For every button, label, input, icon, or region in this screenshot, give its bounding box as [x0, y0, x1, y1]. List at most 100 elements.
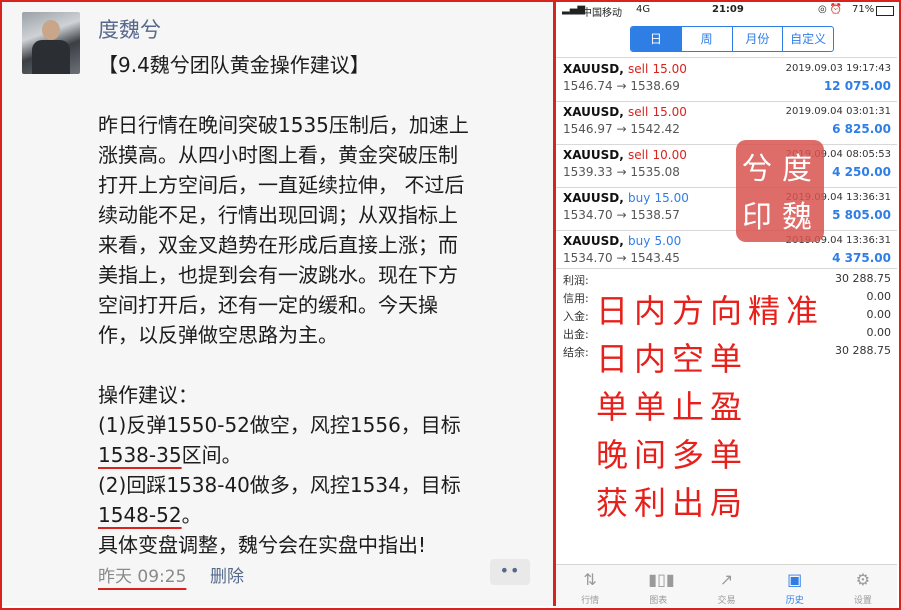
settings-icon: ⚙: [855, 570, 871, 589]
advice-suffix: 区间。: [181, 443, 242, 467]
trade-row[interactable]: XAUUSD, sell 10.00 2019.09.04 08:05:53 1…: [556, 146, 897, 186]
open-price: 1534.70: [563, 208, 613, 222]
summary-label: 利润:: [563, 274, 589, 287]
post-line: 续动能不足，行情出现回调；从双指标上: [98, 203, 458, 227]
post-line: 美指上，也提到会有一波跳水。现在下方: [98, 263, 458, 287]
delete-link[interactable]: 删除: [210, 562, 244, 587]
overlay-text: 单单止盈: [596, 388, 749, 426]
close-price: 1543.45: [630, 251, 680, 265]
trade-lots: 15.00: [652, 105, 687, 119]
trade-lots: 15.00: [654, 191, 689, 205]
battery-level: 71%: [852, 4, 875, 15]
overlay-text: 获利出局: [596, 484, 749, 522]
tab-day[interactable]: 日: [631, 27, 681, 51]
trade-row[interactable]: XAUUSD, sell 15.00 2019.09.03 19:17:43 1…: [556, 60, 897, 100]
trade-row[interactable]: XAUUSD, buy 15.00 2019.09.04 13:36:31 15…: [556, 189, 897, 229]
advice-line: 1538-35区间。: [98, 440, 538, 470]
post-panel: 度魏兮 【9.4魏兮团队黄金操作建议】 昨日行情在晚间突破1535压制后，加速上…: [2, 2, 553, 606]
close-price: 1538.57: [630, 208, 680, 222]
seal-stamp: 兮 度 印 魏: [736, 140, 824, 242]
tab-label: 交易: [717, 596, 736, 606]
quotes-icon: ⇅: [583, 570, 597, 589]
trade-symbol: XAUUSD,: [563, 148, 624, 162]
advice-line: (1)反弹1550-52做空，风控1556，目标: [98, 413, 461, 437]
post-line: 昨日行情在晚间突破1535压制后，加速上: [98, 113, 469, 137]
tab-label: 图表: [649, 596, 668, 606]
separator: [556, 57, 897, 58]
trade-date: 2019.09.03 19:17:43: [785, 63, 891, 74]
post-line: 空间打开后，还有一定的缓和。今天操: [98, 293, 438, 317]
trade-profit: 5 805.00: [832, 208, 891, 222]
tab-custom[interactable]: 自定义: [782, 27, 833, 51]
poster-name[interactable]: 度魏兮: [98, 14, 161, 44]
tab-history[interactable]: ▣ 历史: [761, 565, 829, 607]
summary-label: 出金:: [563, 328, 589, 341]
open-price: 1539.33: [563, 165, 613, 179]
overlay-text: 日内空单: [596, 340, 749, 378]
trade-profit: 4 250.00: [832, 165, 891, 179]
tab-trade[interactable]: ↗ 交易: [692, 565, 760, 607]
separator: [556, 101, 897, 102]
trade-symbol: XAUUSD,: [563, 191, 624, 205]
overlay-text: 晚间多单: [596, 436, 749, 474]
trade-row[interactable]: XAUUSD, sell 15.00 2019.09.04 03:01:31 1…: [556, 103, 897, 143]
battery-icon: [876, 6, 894, 16]
open-price: 1546.74: [563, 79, 613, 93]
tab-label: 历史: [785, 596, 804, 606]
avatar[interactable]: [22, 12, 80, 74]
closing-line: 具体变盘调整，魏兮会在实盘中指出!: [98, 533, 427, 557]
tab-chart[interactable]: ▮▯▮ 图表: [624, 565, 692, 607]
post-time: 昨天 09:25: [98, 567, 187, 587]
network: 4G: [636, 4, 651, 15]
open-price: 1534.70: [563, 251, 613, 265]
trade-action: buy: [628, 234, 651, 248]
tab-settings[interactable]: ⚙ 设置: [829, 565, 897, 607]
tab-label: 设置: [853, 596, 872, 606]
trade-profit: 12 075.00: [823, 79, 891, 93]
target-2: 1548-52: [98, 503, 182, 527]
trade-profit: 4 375.00: [832, 251, 891, 265]
trade-action: sell: [628, 62, 649, 76]
trade-lots: 10.00: [652, 148, 687, 162]
separator: [556, 187, 897, 188]
post-line: 来看，双金叉趋势在形成后直接上涨；而: [98, 233, 458, 257]
history-panel: ▂▄▆ 中国移动 4G 21:09 ◎ ⏰ 71% 日 周 月份 自定义 XAU…: [556, 2, 897, 607]
trade-symbol: XAUUSD,: [563, 105, 624, 119]
trade-row[interactable]: XAUUSD, buy 5.00 2019.09.04 13:36:31 153…: [556, 232, 897, 272]
summary-label: 结余:: [563, 346, 589, 359]
trade-action: sell: [628, 148, 649, 162]
trade-date: 2019.09.04 03:01:31: [785, 106, 891, 117]
tab-month[interactable]: 月份: [731, 27, 783, 51]
more-button[interactable]: ••: [490, 559, 530, 585]
separator: [556, 144, 897, 145]
advice-line: (2)回踩1538-40做多，风控1534，目标: [98, 473, 461, 497]
tab-quotes[interactable]: ⇅ 行情: [556, 565, 624, 607]
advice-line: 1548-52。: [98, 500, 538, 530]
post-line: 打开上方空间后，一直延续拉伸， 不过后: [98, 173, 465, 197]
open-price: 1546.97: [563, 122, 613, 136]
period-tabs: 日 周 月份 自定义: [630, 26, 834, 52]
close-price: 1538.69: [630, 79, 680, 93]
advice-suffix: 。: [181, 503, 202, 527]
post-line: 涨摸高。从四小时图上看，黄金突破压制: [98, 143, 458, 167]
post-title: 【9.4魏兮团队黄金操作建议】: [98, 53, 370, 77]
summary-value: 30 288.75: [835, 272, 891, 285]
bottom-tab-bar: ⇅ 行情 ▮▯▮ 图表 ↗ 交易 ▣ 历史 ⚙ 设置: [556, 564, 897, 607]
close-price: 1535.08: [630, 165, 680, 179]
trade-lots: 15.00: [652, 62, 687, 76]
status-bar: ▂▄▆ 中国移动 4G 21:09 ◎ ⏰ 71%: [556, 2, 897, 20]
post-line: 作，以反弹做空思路为主。: [98, 323, 338, 347]
trade-action: sell: [628, 105, 649, 119]
carrier: 中国移动: [582, 8, 622, 19]
trade-lots: 5.00: [654, 234, 682, 248]
close-price: 1542.42: [630, 122, 680, 136]
clock: 21:09: [712, 4, 744, 15]
trade-symbol: XAUUSD,: [563, 234, 624, 248]
tab-week[interactable]: 周: [680, 27, 732, 51]
trade-icon: ↗: [719, 570, 734, 589]
overlay-text: 日内方向精准: [596, 292, 825, 330]
target-1: 1538-35: [98, 443, 182, 467]
trade-symbol: XAUUSD,: [563, 62, 624, 76]
trade-profit: 6 825.00: [832, 122, 891, 136]
tab-label: 行情: [581, 596, 600, 606]
